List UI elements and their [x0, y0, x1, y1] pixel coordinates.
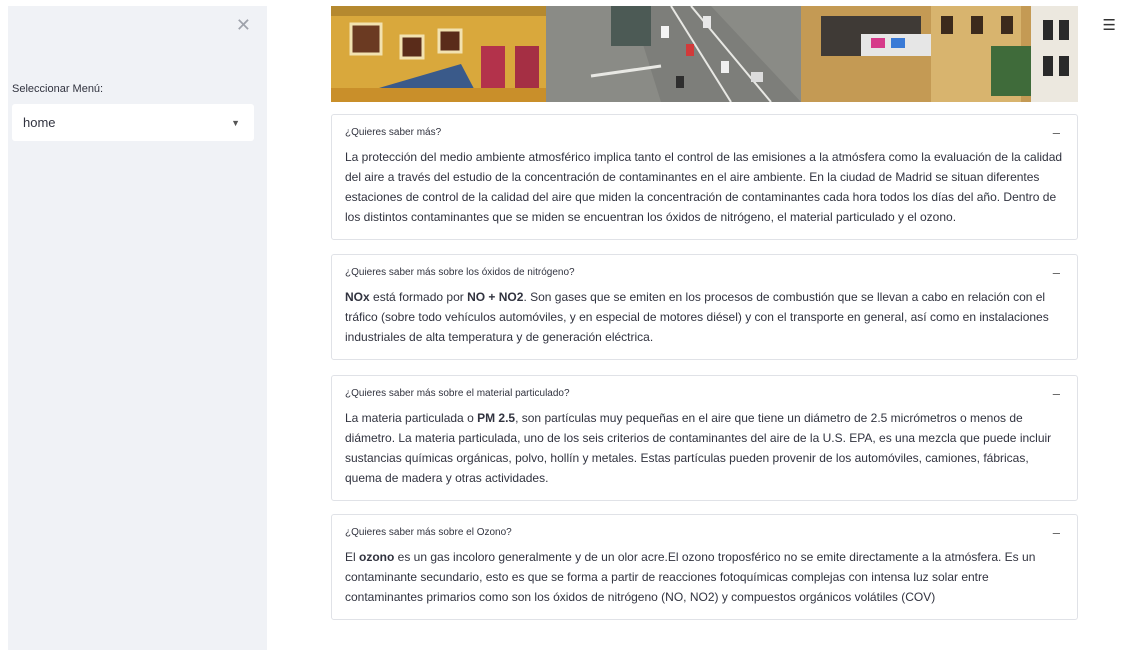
bold-term: NOx: [345, 290, 370, 304]
expander-header[interactable]: ¿Quieres saber más sobre el material par…: [345, 386, 1064, 401]
text-segment: está formado por: [369, 290, 468, 304]
expander-title: ¿Quieres saber más sobre el Ozono?: [345, 526, 512, 538]
expander-title: ¿Quieres saber más?: [345, 126, 442, 138]
expander-ozone: ¿Quieres saber más sobre el Ozono? – El …: [331, 514, 1078, 620]
expander-nitrogen-oxides: ¿Quieres saber más sobre los óxidos de n…: [331, 254, 1078, 360]
expander-text: La protección del medio ambiente atmosfé…: [345, 150, 1063, 224]
bold-term: ozono: [359, 550, 395, 564]
collapse-icon[interactable]: –: [1053, 525, 1064, 540]
expander-header[interactable]: ¿Quieres saber más? –: [345, 125, 1064, 140]
expander-header[interactable]: ¿Quieres saber más sobre el Ozono? –: [345, 525, 1064, 540]
close-sidebar-icon[interactable]: ✕: [236, 16, 251, 34]
menu-select-value: home: [23, 115, 56, 130]
bold-term: NO + NO2: [467, 290, 524, 304]
madrid-street-banner-image: [331, 6, 1078, 102]
collapse-icon[interactable]: –: [1053, 125, 1064, 140]
collapse-icon[interactable]: –: [1053, 265, 1064, 280]
menu-select[interactable]: home ▼: [12, 104, 254, 141]
text-segment: es un gas incoloro generalmente y de un …: [345, 550, 1036, 604]
text-segment: El: [345, 550, 360, 564]
expander-title: ¿Quieres saber más sobre el material par…: [345, 387, 570, 399]
main-menu-icon[interactable]: ☰: [1103, 16, 1116, 34]
expander-header[interactable]: ¿Quieres saber más sobre los óxidos de n…: [345, 265, 1064, 280]
collapse-icon[interactable]: –: [1053, 386, 1064, 401]
text-segment: La materia particulada o: [345, 411, 478, 425]
bold-term: PM 2.5: [477, 411, 516, 425]
expander-more-info: ¿Quieres saber más? – La protección del …: [331, 114, 1078, 240]
expander-text: NOx está formado por NO + NO2. Son gases…: [345, 287, 1064, 347]
menu-select-label: Seleccionar Menú:: [12, 83, 104, 95]
expander-text: La materia particulada o PM 2.5, son par…: [345, 408, 1064, 488]
expander-text: El ozono es un gas incoloro generalmente…: [345, 547, 1064, 607]
chevron-down-icon: ▼: [231, 117, 240, 128]
sidebar: ✕ Seleccionar Menú: home ▼: [8, 6, 267, 650]
expander-particulate-matter: ¿Quieres saber más sobre el material par…: [331, 375, 1078, 501]
expander-title: ¿Quieres saber más sobre los óxidos de n…: [345, 266, 575, 278]
